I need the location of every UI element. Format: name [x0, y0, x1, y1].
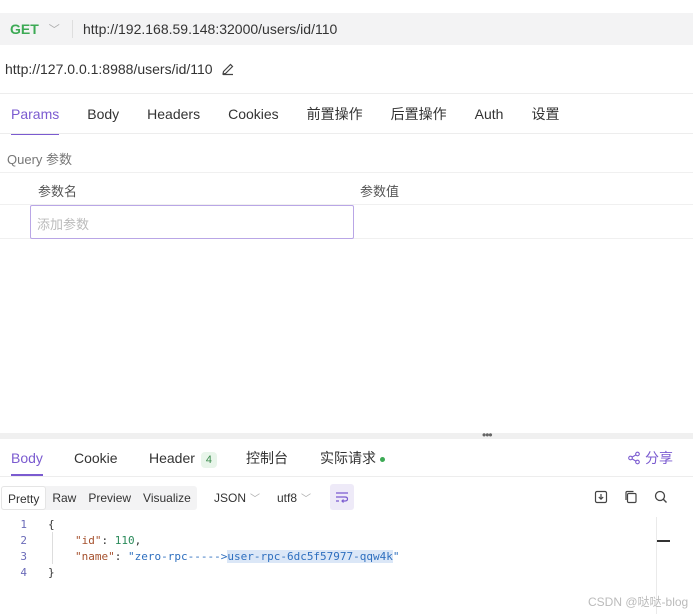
format-preview[interactable]: Preview: [82, 486, 137, 510]
params-table-row: 添加参数: [0, 205, 693, 239]
line-number: 2: [20, 534, 27, 547]
format-segmented-control: Pretty Raw Preview Visualize: [1, 486, 197, 510]
tab-body[interactable]: Body: [87, 94, 119, 134]
header-count-badge: 4: [200, 452, 218, 468]
tab-settings[interactable]: 设置: [531, 94, 559, 134]
column-header-name: 参数名: [38, 184, 78, 199]
tab-actual-request[interactable]: 实际请求: [320, 440, 385, 476]
url-input[interactable]: http://192.168.59.148:32000/users/id/110: [73, 21, 337, 37]
method-label: GET: [10, 21, 39, 37]
request-title: http://127.0.0.1:8988/users/id/110: [5, 61, 235, 77]
code-text: }: [48, 566, 55, 579]
json-string: "zero-rpc----->: [128, 550, 228, 563]
selected-text: user-rpc-6dc5f57977-qqw4k: [227, 550, 393, 563]
divider: [0, 476, 693, 477]
code-line: 4 }: [0, 565, 650, 581]
tab-response-console[interactable]: 控制台: [246, 440, 288, 476]
encoding-select[interactable]: utf8 ﹀: [277, 486, 311, 510]
format-visualize[interactable]: Visualize: [137, 486, 197, 510]
scrollbar-thumb[interactable]: [657, 540, 670, 542]
json-number: 110: [114, 534, 135, 547]
response-toolbar: Pretty Raw Preview Visualize JSON ﹀ utf8 ﹀: [0, 484, 693, 512]
indent-guide: [52, 532, 53, 564]
chevron-down-icon: ﹀: [301, 494, 312, 505]
divider: [0, 133, 693, 134]
format-raw[interactable]: Raw: [46, 486, 82, 510]
line-number: 1: [20, 518, 27, 531]
json-string: ": [392, 550, 400, 563]
search-icon[interactable]: [653, 489, 669, 505]
tab-actual-request-label: 实际请求: [320, 450, 376, 466]
request-url-bar: GET ﹀ http://192.168.59.148:32000/users/…: [0, 13, 693, 45]
share-icon: [628, 451, 640, 465]
tab-pre-request[interactable]: 前置操作: [307, 94, 363, 134]
json-key: "id": [75, 534, 102, 547]
chevron-down-icon: ﹀: [48, 24, 60, 36]
tab-response-header[interactable]: Header 4: [149, 440, 218, 476]
language-select[interactable]: JSON ﹀: [214, 486, 260, 510]
language-value: JSON: [214, 491, 247, 505]
copy-icon[interactable]: [623, 489, 639, 505]
request-title-text: http://127.0.0.1:8988/users/id/110: [5, 61, 213, 77]
tab-response-header-label: Header: [149, 450, 195, 466]
status-dot-icon: [380, 456, 385, 462]
response-tabs: Body Cookie Header 4 控制台 实际请求 分享: [0, 440, 693, 476]
code-line: 2 "id": 110,: [0, 533, 650, 549]
watermark: CSDN @哒哒-blog: [588, 595, 689, 609]
share-label: 分享: [645, 450, 673, 466]
download-icon[interactable]: [593, 489, 609, 505]
code-line: 3 "name": "zero-rpc----->user-rpc-6dc5f5…: [0, 549, 650, 565]
code-text: "id": 110,: [75, 534, 142, 547]
request-tabs: Params Body Headers Cookies 前置操作 后置操作 Au…: [0, 94, 559, 135]
code-line: 1 {: [0, 517, 650, 533]
code-text: {: [48, 518, 55, 531]
tab-headers[interactable]: Headers: [147, 94, 200, 134]
tab-post-request[interactable]: 后置操作: [391, 94, 447, 134]
wrap-icon: [336, 492, 349, 503]
column-header-value: 参数值: [360, 184, 400, 199]
code-text: "name": "zero-rpc----->user-rpc-6dc5f579…: [75, 550, 400, 563]
line-number: 3: [20, 550, 27, 563]
tab-auth[interactable]: Auth: [475, 94, 504, 134]
chevron-down-icon: ﹀: [250, 494, 261, 505]
add-param-input[interactable]: 添加参数: [30, 205, 354, 239]
panel-splitter[interactable]: [0, 433, 693, 439]
tab-cookies[interactable]: Cookies: [228, 94, 279, 134]
json-key: "name": [75, 550, 115, 563]
method-select[interactable]: GET ﹀: [0, 13, 72, 45]
tab-response-cookie[interactable]: Cookie: [74, 440, 118, 476]
line-number: 4: [20, 566, 27, 579]
query-params-label: Query 参数: [7, 152, 73, 167]
tab-params[interactable]: Params: [11, 94, 60, 135]
word-wrap-button[interactable]: [330, 484, 354, 510]
share-button[interactable]: 分享: [627, 440, 673, 476]
encoding-value: utf8: [277, 491, 298, 505]
tab-response-body[interactable]: Body: [11, 440, 43, 476]
drag-handle-icon[interactable]: •••: [482, 429, 493, 441]
format-pretty[interactable]: Pretty: [1, 486, 47, 510]
edit-icon[interactable]: [221, 62, 235, 76]
params-table-header: 参数名 参数值: [0, 172, 693, 205]
